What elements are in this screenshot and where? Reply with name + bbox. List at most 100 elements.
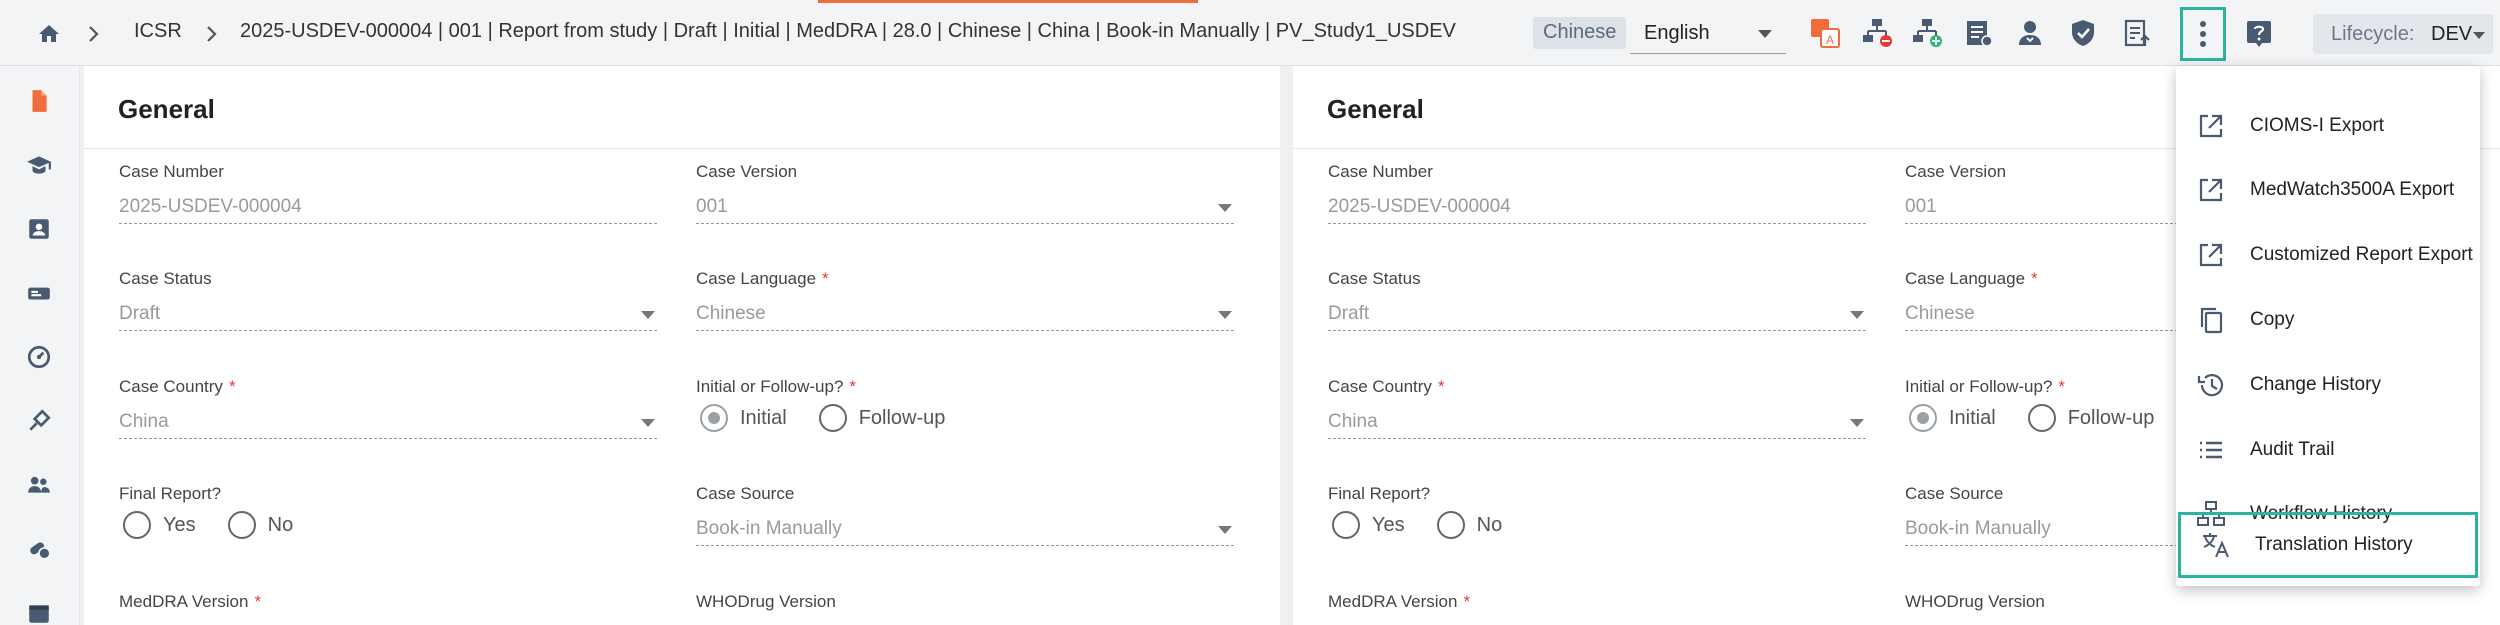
radio-followup[interactable] <box>818 404 847 432</box>
menu-item-cioms-export[interactable]: CIOMS-I Export <box>2176 94 2480 158</box>
calendar-icon[interactable] <box>26 600 52 625</box>
case-source-value: Book-in Manually <box>696 518 842 539</box>
case-source-select[interactable]: Book-in Manually <box>696 506 1234 546</box>
required-marker: * <box>2058 377 2066 396</box>
meddra-version-label: MedDRA Version * <box>1328 592 1471 611</box>
case-status-label: Case Status <box>119 269 212 288</box>
case-number-label: Case Number <box>1328 162 1433 181</box>
report-list-icon[interactable] <box>1960 14 1998 52</box>
menu-item-label: Audit Trail <box>2250 439 2335 460</box>
shield-check-icon[interactable] <box>2064 14 2102 52</box>
sidebar <box>0 66 80 625</box>
initial-followup-radio-group: Initial Follow-up <box>1909 404 2186 432</box>
lifecycle-value: DEV <box>2431 23 2473 45</box>
menu-item-label: Translation History <box>2255 534 2413 555</box>
required-marker: * <box>1463 592 1471 611</box>
menu-item-copy[interactable]: Copy <box>2176 288 2480 352</box>
workflow-remove-icon[interactable] <box>1858 14 1896 52</box>
radio-no[interactable] <box>227 511 256 539</box>
menu-item-label: CIOMS-I Export <box>2250 115 2385 136</box>
meddra-version-label: MedDRA Version * <box>119 592 262 611</box>
case-country-select[interactable]: China <box>1328 399 1866 439</box>
external-link-icon <box>2196 111 2226 141</box>
language-select[interactable]: English <box>1630 12 1786 54</box>
initial-followup-label: Initial or Follow-up? * <box>1905 377 2066 396</box>
caret-down-icon <box>1218 204 1232 212</box>
menu-item-medwatch-export[interactable]: MedWatch3500A Export <box>2176 158 2480 222</box>
document-icon[interactable] <box>26 88 52 114</box>
radio-no-label: No <box>267 513 294 536</box>
caret-down-icon <box>1218 311 1232 319</box>
id-badge-icon[interactable] <box>26 280 52 306</box>
language-badge: Chinese <box>1533 17 1627 49</box>
gauge-icon[interactable] <box>26 344 52 370</box>
contact-card-icon[interactable] <box>26 216 52 242</box>
graduation-cap-icon[interactable] <box>26 152 52 178</box>
menu-item-label: Copy <box>2250 309 2295 330</box>
required-marker: * <box>228 377 236 396</box>
required-marker: * <box>1437 377 1445 396</box>
menu-item-label: Change History <box>2250 374 2381 395</box>
menu-item-change-history[interactable]: Change History <box>2176 353 2480 417</box>
copy-icon <box>2196 305 2226 335</box>
case-version-select[interactable]: 001 <box>696 184 1234 224</box>
submit-report-icon[interactable] <box>2118 14 2156 52</box>
translate-tool-icon[interactable]: A <box>1806 14 1844 52</box>
case-source-label: Case Source <box>1905 484 2004 503</box>
radio-yes[interactable] <box>123 511 151 539</box>
case-language-label: Case Language * <box>696 269 829 288</box>
radio-no[interactable] <box>1436 511 1465 539</box>
case-language-select[interactable]: Chinese <box>696 291 1234 331</box>
assign-user-icon[interactable] <box>2012 14 2050 52</box>
workflow-add-icon[interactable] <box>1908 14 1946 52</box>
radio-followup[interactable] <box>2027 404 2056 432</box>
more-actions-button[interactable] <box>2180 7 2226 61</box>
panel-title: General <box>118 94 215 124</box>
pills-icon[interactable] <box>26 536 52 562</box>
people-icon[interactable] <box>26 472 52 498</box>
final-report-label: Final Report? <box>119 484 222 503</box>
case-version-label: Case Version <box>696 162 798 181</box>
case-number-field: 2025-USDEV-000004 <box>1328 184 1866 224</box>
radio-yes-label: Yes <box>163 513 196 536</box>
final-report-label: Final Report? <box>1328 484 1431 503</box>
breadcrumb-case-title: 2025-USDEV-000004 | 001 | Report from st… <box>240 20 1456 42</box>
menu-item-customized-report-export[interactable]: Customized Report Export <box>2176 223 2480 287</box>
radio-yes[interactable] <box>1332 511 1360 539</box>
radio-followup-label: Follow-up <box>858 406 946 429</box>
svg-text:A: A <box>1826 33 1834 47</box>
home-icon[interactable] <box>36 22 62 46</box>
case-country-label: Case Country * <box>1328 377 1445 396</box>
breadcrumb-module[interactable]: ICSR <box>134 20 182 43</box>
case-version-label: Case Version <box>1905 162 2007 181</box>
menu-item-audit-trail[interactable]: Audit Trail <box>2176 418 2480 482</box>
case-status-select[interactable]: Draft <box>1328 291 1866 331</box>
required-marker: * <box>849 377 857 396</box>
help-icon[interactable] <box>2240 14 2278 52</box>
translate-icon <box>2201 530 2231 560</box>
case-source-value: Book-in Manually <box>1905 518 2051 539</box>
case-number-value: 2025-USDEV-000004 <box>1328 196 1511 217</box>
chevron-right-icon <box>207 26 217 42</box>
case-status-label: Case Status <box>1328 269 1421 288</box>
caret-down-icon <box>1758 30 1772 38</box>
caret-down-icon <box>641 311 655 319</box>
syringe-icon[interactable] <box>26 408 52 434</box>
menu-item-translation-history[interactable]: Translation History <box>2178 512 2478 578</box>
final-report-radio-group: Yes No <box>123 511 325 539</box>
radio-initial[interactable] <box>1909 404 1937 432</box>
case-language-label: Case Language * <box>1905 269 2038 288</box>
more-vert-icon <box>2200 21 2206 47</box>
more-actions-menu: CIOMS-I Export MedWatch3500A Export Cust… <box>2176 66 2480 586</box>
caret-down-icon <box>2473 32 2485 39</box>
radio-initial-label: Initial <box>740 406 787 429</box>
case-country-select[interactable]: China <box>119 399 657 439</box>
final-report-radio-group: Yes No <box>1332 511 1534 539</box>
initial-followup-radio-group: Initial Follow-up <box>700 404 977 432</box>
lifecycle-select[interactable]: Lifecycle: DEV <box>2313 14 2493 54</box>
case-status-select[interactable]: Draft <box>119 291 657 331</box>
radio-initial[interactable] <box>700 404 728 432</box>
required-marker: * <box>822 269 829 288</box>
case-country-value: China <box>1328 411 1378 432</box>
case-source-label: Case Source <box>696 484 795 503</box>
